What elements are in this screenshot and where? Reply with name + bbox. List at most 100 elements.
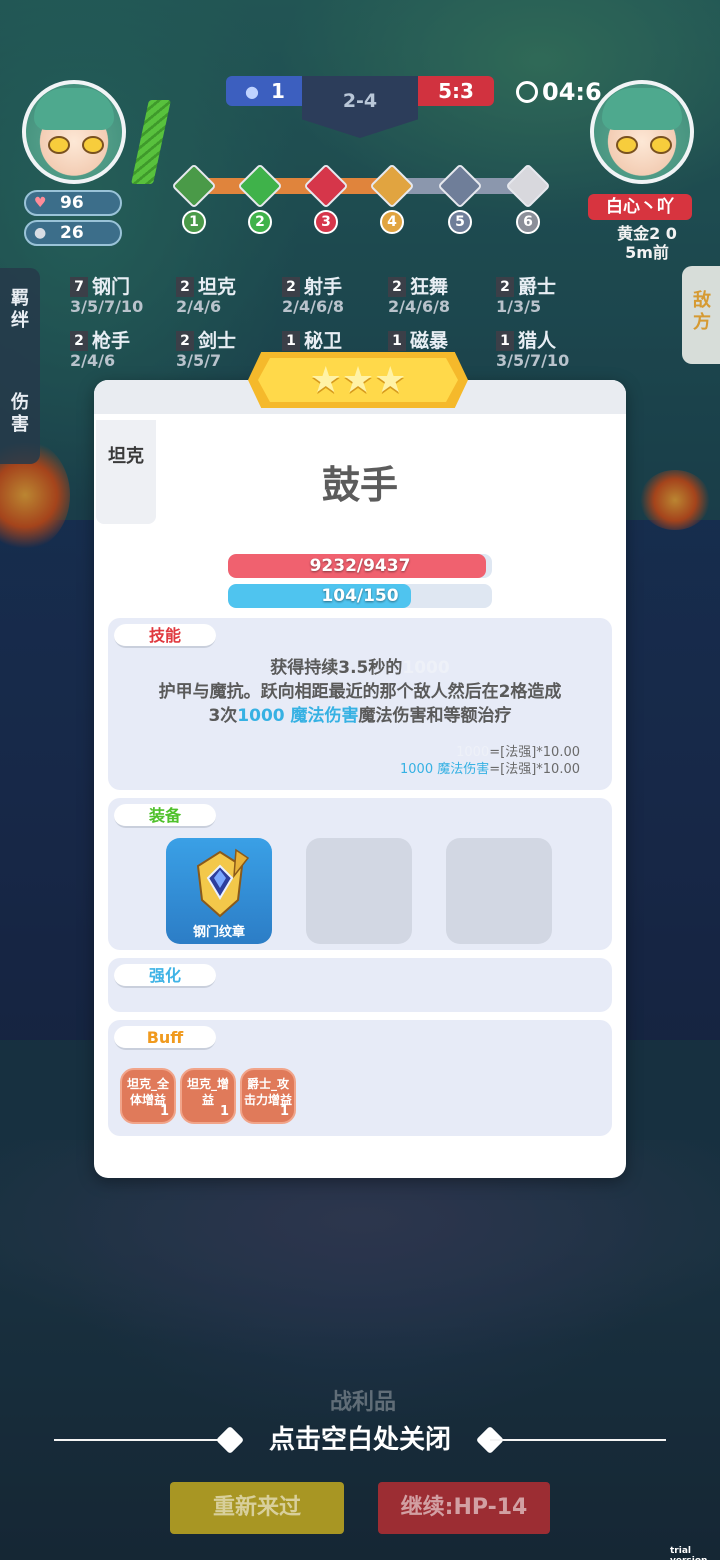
synergy-item[interactable]: 1 秘卫 bbox=[282, 326, 342, 353]
formula-expression: =[法强]*10.00 bbox=[489, 745, 580, 760]
coin-icon: ● bbox=[34, 225, 47, 241]
mana-bar: 104/150 bbox=[228, 584, 492, 608]
synergy-name: 枪手 bbox=[92, 330, 131, 352]
formula-expression: =[法强]*10.00 bbox=[489, 762, 580, 777]
buff-name-line: 爵士_攻 bbox=[246, 1077, 289, 1091]
close-hint-text: 点击空白处关闭 bbox=[268, 1425, 451, 1455]
skill-label: 技能 bbox=[114, 624, 216, 648]
continue-button[interactable]: 继续:HP-14 bbox=[378, 1482, 550, 1534]
buff-chip[interactable]: 坦克_增 益 1 bbox=[180, 1068, 236, 1124]
synergy-count: 2 bbox=[70, 331, 88, 351]
synergy-count: 2 bbox=[282, 277, 300, 297]
synergy-name: 狂舞 bbox=[410, 276, 449, 298]
stage-number: 4 bbox=[380, 210, 404, 234]
close-hint[interactable]: 点击空白处关闭 bbox=[0, 1420, 720, 1460]
avatar-hair bbox=[34, 88, 114, 130]
synergy-item[interactable]: 2 坦克 2/4/6 bbox=[176, 272, 236, 316]
player-hp-pill: ♥ 96 bbox=[24, 190, 122, 216]
synergy-count: 2 bbox=[388, 277, 406, 297]
synergy-name: 猎人 bbox=[518, 330, 557, 352]
unit-name: 鼓手 bbox=[321, 463, 398, 507]
synergy-levels: 2/4/6/8 bbox=[282, 297, 345, 316]
trial-watermark: trial version bbox=[670, 1546, 707, 1560]
synergy-levels: 3/5/7/10 bbox=[496, 351, 570, 370]
synergy-count: 7 bbox=[70, 277, 88, 297]
synergy-name: 剑士 bbox=[198, 330, 237, 352]
player-hp-value: 96 bbox=[60, 193, 84, 213]
avatar-glasses bbox=[48, 136, 104, 154]
opponent-name: 白心丶吖 bbox=[588, 194, 692, 220]
synergy-item[interactable]: 2 射手 2/4/6/8 bbox=[282, 272, 344, 316]
equipment-slot-1[interactable]: 钢门纹章 bbox=[166, 838, 272, 944]
side-tabs-left: 羁绊 伤害 bbox=[0, 268, 40, 464]
equipment-label: 装备 bbox=[114, 804, 216, 828]
tab-synergy[interactable]: 羁绊 bbox=[10, 288, 30, 332]
synergy-item[interactable]: 1 磁暴 bbox=[388, 326, 448, 353]
synergy-item[interactable]: 2 剑士 3/5/7 bbox=[176, 326, 236, 370]
divider-line bbox=[490, 1439, 666, 1441]
hp-text: 9232/9437 bbox=[309, 556, 411, 576]
tab-damage[interactable]: 伤害 bbox=[10, 392, 30, 436]
synergy-name: 磁暴 bbox=[410, 330, 449, 352]
synergy-name: 射手 bbox=[304, 276, 343, 298]
buff-count: 1 bbox=[159, 1104, 169, 1119]
buff-name-line: 坦克_增 bbox=[186, 1077, 229, 1091]
synergy-name: 钢门 bbox=[92, 276, 131, 298]
red-score: 5:3 bbox=[418, 76, 494, 106]
equipment-slot-3[interactable] bbox=[446, 838, 552, 944]
equipment-section: 装备 钢门纹章 bbox=[108, 798, 612, 950]
opponent-avatar[interactable] bbox=[590, 80, 694, 184]
drop-icon: ● bbox=[245, 81, 260, 101]
synergy-item[interactable]: 2 狂舞 2/4/6/8 bbox=[388, 272, 450, 316]
stage-number: 6 bbox=[516, 210, 540, 234]
synergy-levels: 3/5/7 bbox=[176, 351, 222, 370]
synergy-levels: 2/4/6/8 bbox=[388, 297, 451, 316]
avatar-glasses bbox=[616, 136, 672, 154]
synergy-item[interactable]: 7 钢门 3/5/7/10 bbox=[70, 272, 143, 316]
player-coin-pill: ● 26 bbox=[24, 220, 122, 246]
hp-bar: 9232/9437 bbox=[228, 554, 492, 578]
synergy-item[interactable]: 2 爵士 1/3/5 bbox=[496, 272, 556, 316]
formula-line: 1000=[法强]*10.00 bbox=[220, 744, 580, 761]
opponent-info: 黄金2 0 5m前 bbox=[600, 224, 694, 262]
skill-damage-value: 1000 魔法伤害 bbox=[237, 706, 359, 726]
player-avatar[interactable] bbox=[22, 80, 126, 184]
tab-enemy[interactable]: 敌方 bbox=[682, 266, 720, 364]
equipment-name: 钢门纹章 bbox=[192, 925, 245, 940]
synergy-levels: 3/5/7/10 bbox=[70, 297, 144, 316]
synergy-levels: 1/3/5 bbox=[496, 297, 542, 316]
skill-value: 1000 bbox=[402, 658, 450, 678]
synergy-count: 2 bbox=[176, 331, 194, 351]
buff-chip[interactable]: 坦克_全 体增益 1 bbox=[120, 1068, 176, 1124]
enhance-label: 强化 bbox=[114, 964, 216, 988]
formula-value: 1000 魔法伤害 bbox=[400, 762, 490, 777]
synergy-item[interactable]: 1 猎人 3/5/7/10 bbox=[496, 326, 569, 370]
opponent-rank: 黄金2 0 bbox=[617, 224, 677, 243]
buff-label: Buff bbox=[114, 1026, 216, 1050]
synergy-name: 爵士 bbox=[518, 276, 557, 298]
synergy-levels: 2/4/6 bbox=[70, 351, 116, 370]
retry-button[interactable]: 重新来过 bbox=[170, 1482, 344, 1534]
player-coin-value: 26 bbox=[60, 223, 84, 243]
equipment-slot-2[interactable] bbox=[306, 838, 412, 944]
formula-line: 1000 魔法伤害=[法强]*10.00 bbox=[220, 761, 580, 778]
synergy-levels: 2/4/6 bbox=[176, 297, 222, 316]
skill-section: 技能 获得持续3.5秒的1000 护甲与魔抗。跃向相距最近的那个敌人然后在2格造… bbox=[108, 618, 612, 790]
enhance-section: 强化 bbox=[108, 958, 612, 1012]
buff-count: 1 bbox=[219, 1104, 229, 1119]
divider-line bbox=[54, 1439, 230, 1441]
synergy-count: 2 bbox=[496, 277, 514, 297]
blue-score-value: 1 bbox=[271, 79, 285, 103]
mana-text: 104/150 bbox=[321, 586, 399, 606]
buff-chip[interactable]: 爵士_攻 击力增益 1 bbox=[240, 1068, 296, 1124]
stage-number: 2 bbox=[248, 210, 272, 234]
stage-number: 3 bbox=[314, 210, 338, 234]
synergy-name: 坦克 bbox=[198, 276, 237, 298]
synergy-name: 秘卫 bbox=[304, 330, 343, 352]
skill-text-part: 3次 bbox=[208, 706, 238, 726]
timer-value: 04:6 bbox=[542, 78, 602, 106]
class-tag[interactable]: 坦克 bbox=[96, 420, 156, 524]
opponent-time: 5m前 bbox=[625, 243, 669, 262]
buff-section: Buff 坦克_全 体增益 1 坦克_增 益 1 爵士_攻 击力增益 1 bbox=[108, 1020, 612, 1136]
synergy-item[interactable]: 2 枪手 2/4/6 bbox=[70, 326, 130, 370]
